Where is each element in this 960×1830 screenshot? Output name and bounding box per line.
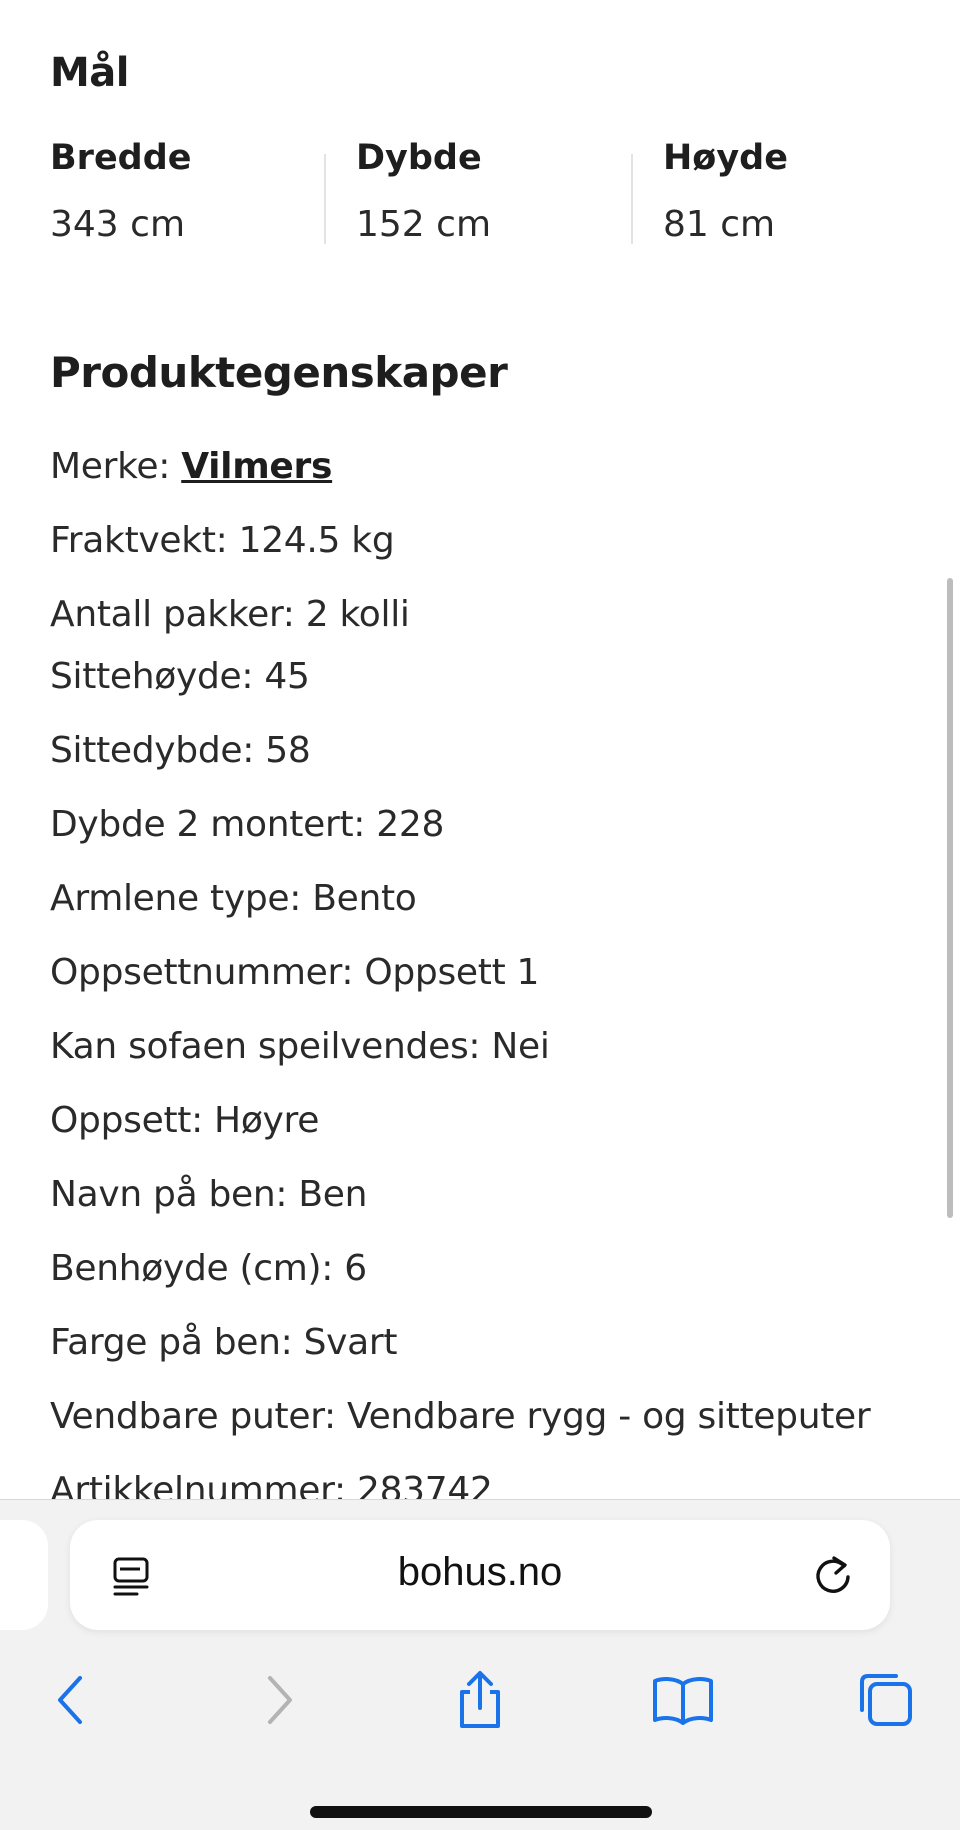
dimensions-title: Mål: [50, 50, 130, 96]
brand-link[interactable]: Vilmers: [181, 446, 332, 487]
property-item: Vendbare puter: Vendbare rygg - og sitte…: [50, 1396, 871, 1437]
property-item: Kan sofaen speilvendes: Nei: [50, 1026, 550, 1067]
divider: [631, 154, 633, 244]
address-bar[interactable]: bohus.no: [70, 1520, 890, 1630]
dimension-width: Bredde 343 cm: [50, 138, 300, 248]
dimension-depth: Dybde 152 cm: [356, 138, 606, 248]
back-icon: [58, 1676, 82, 1724]
property-item: Navn på ben: Ben: [50, 1174, 368, 1215]
property-item: Farge på ben: Svart: [50, 1322, 398, 1363]
brand-label: Merke:: [50, 446, 182, 487]
property-item: Dybde 2 montert: 228: [50, 804, 445, 845]
property-item: Fraktvekt: 124.5 kg: [50, 520, 395, 561]
property-brand: Merke: Vilmers: [50, 446, 332, 487]
property-item: Antall pakker: 2 kolli: [50, 594, 410, 635]
browser-toolbar: [0, 1660, 960, 1740]
home-indicator: [310, 1806, 652, 1818]
properties-title: Produktegenskaper: [50, 348, 508, 397]
dimension-value: 343 cm: [50, 204, 186, 245]
page-content: Mål Bredde 343 cm Dybde 152 cm Høyde 81 …: [0, 0, 960, 1499]
tabs-icon: [860, 1674, 912, 1726]
dimensions-row: Bredde 343 cm Dybde 152 cm Høyde 81 cm: [0, 138, 960, 248]
property-item: Artikkelnummer: 283742: [50, 1470, 493, 1499]
share-icon: [460, 1671, 500, 1728]
bookmarks-button[interactable]: [643, 1660, 723, 1740]
dimension-label: Høyde: [663, 138, 788, 178]
forward-button[interactable]: [238, 1660, 318, 1740]
property-item: Sittedybde: 58: [50, 730, 311, 771]
previous-tab-card[interactable]: [0, 1520, 48, 1630]
dimension-label: Dybde: [356, 138, 482, 178]
reload-icon[interactable]: [810, 1552, 856, 1598]
tabs-button[interactable]: [846, 1660, 926, 1740]
url-text[interactable]: bohus.no: [70, 1550, 890, 1595]
page-scrollbar[interactable]: [947, 578, 953, 1218]
property-item: Sittehøyde: 45: [50, 656, 310, 697]
dimension-height: Høyde 81 cm: [663, 138, 913, 248]
property-item: Oppsettnummer: Oppsett 1: [50, 952, 540, 993]
property-item: Oppsett: Høyre: [50, 1100, 320, 1141]
property-item: Benhøyde (cm): 6: [50, 1248, 367, 1289]
dimension-value: 81 cm: [663, 204, 776, 245]
forward-icon: [268, 1676, 292, 1724]
safari-bottom-bar: bohus.no: [0, 1499, 960, 1830]
bookmarks-icon: [653, 1677, 713, 1725]
back-button[interactable]: [32, 1660, 112, 1740]
dimension-value: 152 cm: [356, 204, 492, 245]
divider: [324, 154, 326, 244]
dimension-label: Bredde: [50, 138, 192, 178]
share-button[interactable]: [440, 1660, 520, 1740]
property-item: Armlene type: Bento: [50, 878, 417, 919]
